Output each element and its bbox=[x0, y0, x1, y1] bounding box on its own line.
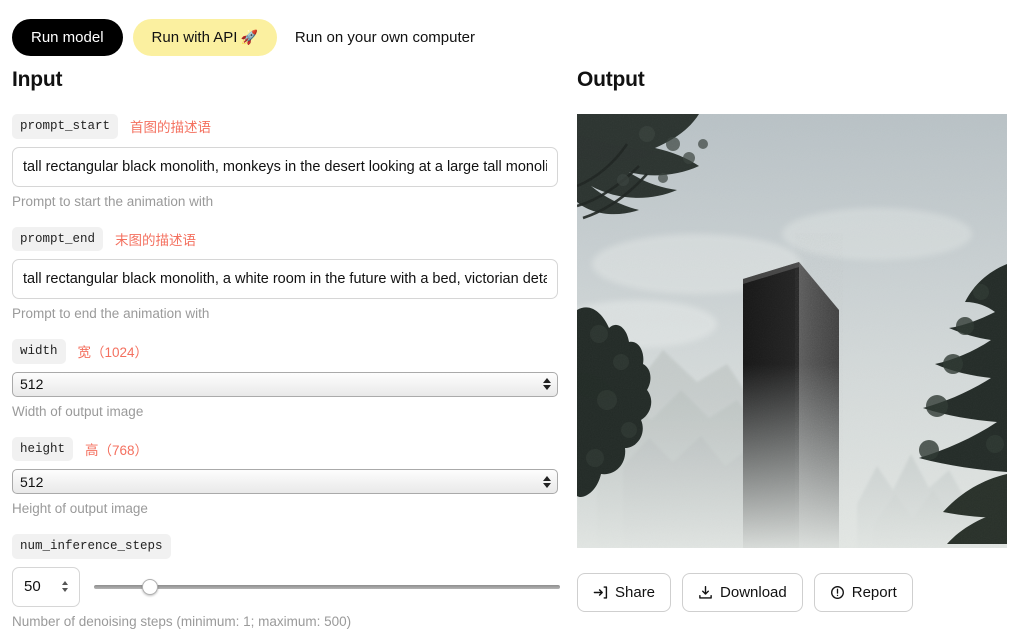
num-inference-steps-stepper[interactable]: 50 bbox=[12, 566, 80, 607]
input-column: Input prompt_start 首图的描述语 Prompt to star… bbox=[12, 68, 560, 641]
param-label-num-inference-steps: num_inference_steps bbox=[12, 534, 171, 559]
page-root: Run model Run with API 🚀 Run on your own … bbox=[0, 0, 1024, 641]
num-inference-steps-row: 50 bbox=[12, 566, 560, 607]
helper-prompt-end: Prompt to end the animation with bbox=[12, 306, 210, 321]
field-height: height 高（768） 512 Height of output image bbox=[12, 436, 560, 516]
helper-height: Height of output image bbox=[12, 501, 148, 516]
annotation-height: 高（768） bbox=[85, 442, 149, 458]
slider-thumb[interactable] bbox=[141, 578, 158, 595]
output-section-title: Output bbox=[577, 68, 645, 91]
download-icon bbox=[698, 585, 713, 600]
tab-run-on-your-own-computer[interactable]: Run on your own computer bbox=[287, 18, 483, 57]
label-row-num-inference-steps: num_inference_steps bbox=[12, 534, 560, 559]
top-tab-bar: Run model Run with API 🚀 Run on your own … bbox=[12, 18, 483, 57]
helper-prompt-start: Prompt to start the animation with bbox=[12, 193, 214, 209]
height-select-wrapper: 512 bbox=[12, 469, 558, 494]
download-button-label: Download bbox=[720, 584, 787, 601]
share-button-label: Share bbox=[615, 584, 656, 601]
download-button[interactable]: Download bbox=[682, 573, 803, 612]
output-action-buttons: Share Download Report bbox=[577, 573, 1007, 612]
tab-run-model[interactable]: Run model bbox=[12, 19, 123, 56]
helper-width: Width of output image bbox=[12, 403, 144, 419]
stepper-updown-icon[interactable] bbox=[59, 577, 70, 597]
report-exclamation-icon bbox=[830, 585, 845, 600]
helper-num-inference-steps: Number of denoising steps (minimum: 1; m… bbox=[12, 613, 352, 629]
width-select-wrapper: 512 bbox=[12, 371, 558, 397]
report-button-label: Report bbox=[851, 584, 897, 601]
report-button[interactable]: Report bbox=[813, 573, 913, 612]
label-row-prompt-end: prompt_end 末图的描述语 bbox=[12, 226, 560, 251]
tab-run-with-api[interactable]: Run with API 🚀 bbox=[132, 19, 277, 56]
output-column: Output Share Download Report bbox=[577, 68, 1007, 612]
field-num-inference-steps: num_inference_steps 50 Number of denoisi… bbox=[12, 534, 560, 629]
output-image bbox=[577, 114, 1007, 548]
field-prompt-start: prompt_start 首图的描述语 Prompt to start the … bbox=[12, 114, 560, 209]
annotation-prompt-start: 首图的描述语 bbox=[130, 120, 212, 136]
tab-run-with-api-label: Run with API bbox=[151, 29, 238, 46]
prompt-start-input[interactable] bbox=[12, 146, 558, 187]
num-inference-steps-slider[interactable] bbox=[94, 577, 560, 597]
label-row-prompt-start: prompt_start 首图的描述语 bbox=[12, 114, 560, 139]
param-label-prompt-end: prompt_end bbox=[12, 226, 104, 251]
param-label-height: height bbox=[12, 436, 74, 461]
width-select[interactable]: 512 bbox=[12, 371, 558, 397]
annotation-prompt-end: 末图的描述语 bbox=[115, 232, 197, 248]
param-label-prompt-start: prompt_start bbox=[12, 114, 119, 139]
slider-track bbox=[94, 584, 560, 589]
field-prompt-end: prompt_end 末图的描述语 Prompt to end the anim… bbox=[12, 226, 560, 321]
annotation-width: 宽（1024） bbox=[77, 345, 149, 361]
rocket-emoji-icon: 🚀 bbox=[240, 29, 258, 45]
label-row-width: width 宽（1024） bbox=[12, 339, 560, 364]
field-width: width 宽（1024） 512 Width of output image bbox=[12, 339, 560, 419]
height-select[interactable]: 512 bbox=[12, 469, 558, 494]
num-inference-steps-value: 50 bbox=[24, 578, 41, 595]
input-section-title: Input bbox=[12, 68, 63, 91]
label-row-height: height 高（768） bbox=[12, 436, 560, 461]
param-label-width: width bbox=[12, 339, 66, 364]
share-button[interactable]: Share bbox=[577, 573, 672, 612]
prompt-end-input[interactable] bbox=[12, 259, 558, 299]
share-arrow-icon bbox=[593, 585, 608, 600]
